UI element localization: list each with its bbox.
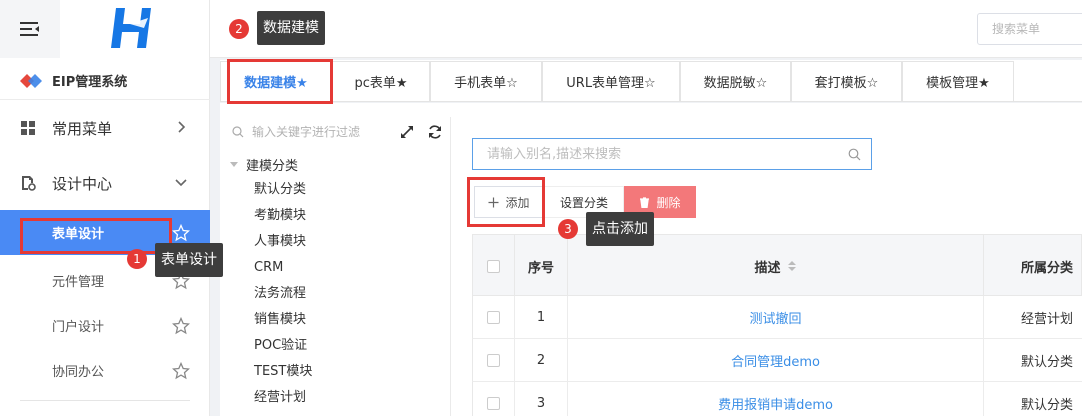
category-tree-panel: 建模分类 默认分类 考勤模块 人事模块 CRM 法务流程 销售模块 POC验证 … bbox=[220, 117, 451, 416]
row-checkbox[interactable] bbox=[487, 311, 500, 324]
tree-node[interactable]: TEST模块 bbox=[254, 361, 312, 383]
tree-node[interactable]: 法务流程 bbox=[254, 283, 306, 305]
row-checkbox[interactable] bbox=[487, 397, 500, 410]
tab-template-manage[interactable]: 模板管理★ bbox=[902, 61, 1014, 101]
menu-search-input[interactable] bbox=[977, 13, 1082, 45]
search-icon[interactable] bbox=[848, 148, 861, 161]
step-badge-1: 1 bbox=[127, 249, 147, 269]
tab-url-form[interactable]: URL表单管理☆ bbox=[542, 61, 680, 101]
row-checkbox[interactable] bbox=[487, 354, 500, 367]
row-select-cell bbox=[473, 296, 515, 339]
row-select-cell bbox=[473, 339, 515, 382]
tree-node[interactable]: POC验证 bbox=[254, 335, 307, 357]
sidebar-item-label: 协同办公 bbox=[52, 365, 105, 380]
row-category: 默认分类 bbox=[1021, 355, 1074, 370]
column-header-category[interactable]: 所属分类 bbox=[984, 235, 1082, 297]
row-index: 1 bbox=[515, 296, 568, 339]
tab-mobile-form[interactable]: 手机表单☆ bbox=[430, 61, 542, 101]
chevron-right-icon bbox=[178, 121, 186, 133]
column-header-label: 描述 bbox=[754, 260, 781, 276]
step-badge-2: 2 bbox=[229, 19, 249, 39]
caret-down-icon bbox=[230, 162, 238, 167]
star-outline-icon[interactable] bbox=[172, 224, 190, 242]
tab-print-template[interactable]: 套打模板☆ bbox=[791, 61, 902, 101]
grid-icon bbox=[21, 121, 35, 135]
tree-node[interactable]: 考勤模块 bbox=[254, 205, 306, 227]
brand-logo bbox=[111, 8, 151, 48]
callout-1: 表单设计 bbox=[155, 243, 223, 277]
column-header-index[interactable]: 序号 bbox=[515, 235, 568, 297]
list-search-input[interactable] bbox=[472, 138, 872, 170]
row-description-link[interactable]: 合同管理demo bbox=[568, 339, 984, 382]
tree-node[interactable]: CRM bbox=[254, 257, 283, 279]
callout-3: 点击添加 bbox=[586, 212, 654, 246]
menu-design-center-label: 设计中心 bbox=[52, 174, 113, 193]
tree-node[interactable]: 经营计划 bbox=[254, 387, 306, 409]
grid-header: 序号 描述 所属分类 bbox=[472, 234, 1082, 297]
row-description-link[interactable]: 测试撤回 bbox=[568, 296, 984, 339]
eip-logo-icon bbox=[20, 73, 42, 88]
menu-toggle-button[interactable] bbox=[0, 0, 60, 58]
tab-bar: 数据建模★ pc表单★ 手机表单☆ URL表单管理☆ 数据脱敏☆ 套打模板☆ 模… bbox=[220, 60, 1082, 102]
highlight-box-data-modeling bbox=[227, 59, 333, 104]
tree-root-label: 建模分类 bbox=[246, 158, 299, 174]
row-category: 经营计划 bbox=[1021, 312, 1074, 327]
menu-design-center[interactable]: 设计中心 bbox=[0, 158, 210, 208]
refresh-icon[interactable] bbox=[427, 124, 443, 140]
chevron-down-icon bbox=[175, 179, 187, 187]
sidebar-item-label: 元件管理 bbox=[52, 275, 105, 290]
callout-2: 数据建模 bbox=[257, 11, 325, 45]
row-select-cell bbox=[473, 382, 515, 416]
delete-button-label: 删除 bbox=[656, 195, 681, 210]
app-root: EIP管理系统 常用菜单 设计中心 表单设计 元件管理 门户设计 协同办公 搜索… bbox=[0, 0, 1082, 416]
divider bbox=[20, 400, 190, 401]
system-switcher[interactable]: EIP管理系统 bbox=[0, 62, 210, 100]
tab-data-masking[interactable]: 数据脱敏☆ bbox=[680, 61, 791, 101]
row-index: 2 bbox=[515, 339, 568, 382]
sidebar-item-label: 门户设计 bbox=[52, 320, 105, 335]
tree-node[interactable]: 人事模块 bbox=[254, 231, 306, 253]
row-category: 默认分类 bbox=[1021, 398, 1074, 413]
step-badge-3: 3 bbox=[558, 219, 578, 239]
sort-icon[interactable] bbox=[787, 260, 797, 272]
row-index: 3 bbox=[515, 382, 568, 416]
select-all-checkbox[interactable] bbox=[487, 259, 500, 273]
table-row[interactable]: 3 费用报销申请demo 默认分类 bbox=[472, 382, 1082, 416]
menu-common[interactable]: 常用菜单 bbox=[0, 103, 210, 153]
tree-node[interactable]: 默认分类 bbox=[254, 179, 306, 201]
table-row[interactable]: 2 合同管理demo 默认分类 bbox=[472, 339, 1082, 382]
data-grid: 序号 描述 所属分类 1 测试撤回 经营计划 2 合同管理demo 默认分类 3… bbox=[472, 234, 1082, 416]
tree-filter-row bbox=[220, 117, 451, 147]
row-description-link[interactable]: 费用报销申请demo bbox=[568, 382, 984, 416]
star-outline-icon[interactable] bbox=[172, 362, 190, 380]
table-row[interactable]: 1 测试撤回 经营计划 bbox=[472, 296, 1082, 339]
select-all-cell bbox=[473, 235, 515, 297]
highlight-box-form-design bbox=[20, 218, 172, 254]
menu-fold-icon bbox=[20, 22, 39, 36]
star-outline-icon[interactable] bbox=[172, 317, 190, 335]
doc-settings-icon bbox=[22, 176, 36, 191]
sidebar: EIP管理系统 常用菜单 设计中心 表单设计 元件管理 门户设计 协同办公 bbox=[0, 0, 210, 416]
tree-filter-input[interactable] bbox=[230, 121, 390, 143]
main-content: 建模分类 默认分类 考勤模块 人事模块 CRM 法务流程 销售模块 POC验证 … bbox=[220, 103, 1082, 416]
sidebar-item-portal-design[interactable]: 门户设计 bbox=[0, 303, 210, 348]
system-title: EIP管理系统 bbox=[52, 75, 128, 90]
expand-icon[interactable] bbox=[400, 125, 414, 139]
highlight-box-add bbox=[467, 177, 545, 227]
trash-icon bbox=[640, 196, 650, 208]
set-category-label: 设置分类 bbox=[559, 195, 608, 210]
tree-root-node[interactable]: 建模分类 bbox=[220, 153, 298, 175]
sidebar-item-collab-office[interactable]: 协同办公 bbox=[0, 348, 210, 393]
menu-common-label: 常用菜单 bbox=[52, 119, 113, 138]
tab-pc-form[interactable]: pc表单★ bbox=[332, 61, 430, 101]
tree-node[interactable]: 销售模块 bbox=[254, 309, 306, 331]
list-panel: 添加 设置分类 删除 序号 描述 bbox=[452, 103, 1082, 416]
top-header bbox=[210, 0, 1082, 58]
